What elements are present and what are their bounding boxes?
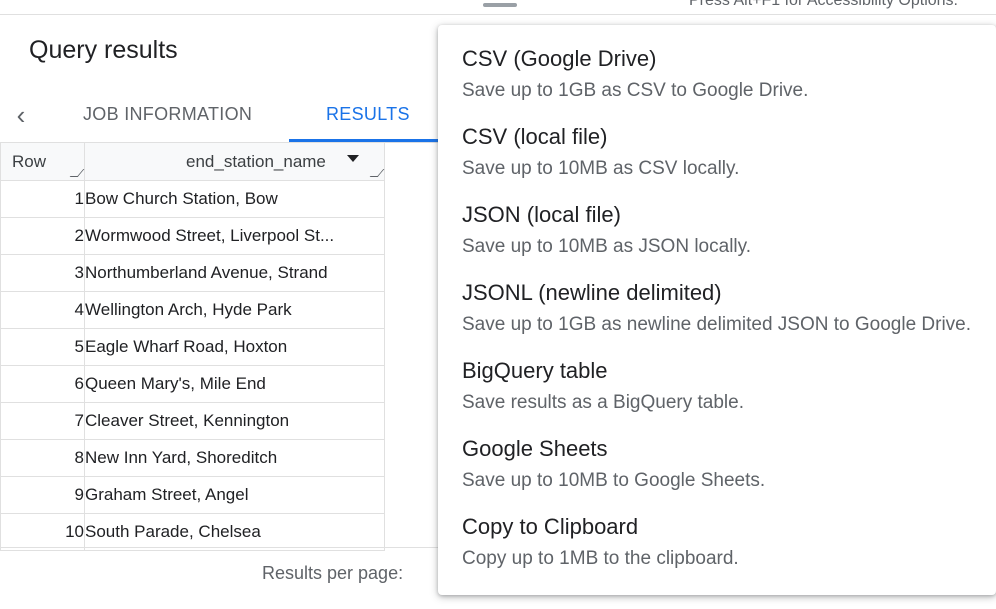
tab-job-information[interactable]: JOB INFORMATION (83, 104, 252, 125)
menu-item-json-local-file[interactable]: JSON (local file) Save up to 10MB as JSO… (438, 181, 996, 259)
menu-item-csv-local-file[interactable]: CSV (local file) Save up to 10MB as CSV … (438, 103, 996, 181)
tab-results[interactable]: RESULTS (326, 104, 410, 125)
menu-item-description: Save up to 1GB as newline delimited JSON… (462, 314, 972, 335)
row-number: 3 (0, 254, 85, 292)
menu-item-label: JSONL (newline delimited) (462, 280, 722, 305)
station-name-cell: New Inn Yard, Shoreditch (84, 439, 385, 477)
station-name-cell: Graham Street, Angel (84, 476, 385, 514)
menu-item-description: Save up to 10MB to Google Sheets. (462, 470, 766, 491)
row-number: 2 (0, 217, 85, 255)
station-name-cell: Eagle Wharf Road, Hoxton (84, 328, 385, 366)
table-header-row: Row end_station_name (0, 142, 385, 181)
station-name-cell: Cleaver Street, Kennington (84, 402, 385, 440)
table-row: 6 Queen Mary's, Mile End (0, 365, 385, 403)
save-results-menu: CSV (Google Drive) Save up to 1GB as CSV… (438, 25, 996, 595)
table-row: 10 South Parade, Chelsea (0, 513, 385, 551)
menu-item-description: Copy up to 1MB to the clipboard. (462, 548, 739, 569)
table-row: 8 New Inn Yard, Shoreditch (0, 439, 385, 477)
row-number: 5 (0, 328, 85, 366)
menu-item-description: Save up to 1GB as CSV to Google Drive. (462, 80, 809, 101)
column-header-end-station-name[interactable]: end_station_name (84, 142, 385, 181)
row-number: 10 (0, 513, 85, 551)
station-name-cell: Wormwood Street, Liverpool St... (84, 217, 385, 255)
row-number: 4 (0, 291, 85, 329)
menu-item-bigquery-table[interactable]: BigQuery table Save results as a BigQuer… (438, 337, 996, 415)
menu-item-label: BigQuery table (462, 358, 608, 383)
footer-divider (0, 547, 440, 548)
table-row: 2 Wormwood Street, Liverpool St... (0, 217, 385, 255)
menu-item-label: JSON (local file) (462, 202, 621, 227)
row-number: 1 (0, 180, 85, 218)
menu-item-description: Save up to 10MB as CSV locally. (462, 158, 740, 179)
row-number: 6 (0, 365, 85, 403)
results-per-page-label: Results per page: (262, 563, 404, 583)
table-row: 3 Northumberland Avenue, Strand (0, 254, 385, 292)
menu-item-google-sheets[interactable]: Google Sheets Save up to 10MB to Google … (438, 415, 996, 493)
row-number: 8 (0, 439, 85, 477)
row-number: 7 (0, 402, 85, 440)
menu-item-label: CSV (local file) (462, 124, 608, 149)
top-bar: Press Alt+F1 for Accessibility Options. (0, 0, 996, 15)
station-name-cell: Northumberland Avenue, Strand (84, 254, 385, 292)
chevron-left-icon[interactable]: ‹ (8, 102, 34, 128)
menu-item-description: Save results as a BigQuery table. (462, 392, 744, 413)
station-name-cell: Queen Mary's, Mile End (84, 365, 385, 403)
station-name-cell: Wellington Arch, Hyde Park (84, 291, 385, 329)
drag-handle-icon[interactable] (483, 3, 517, 7)
table-row: 5 Eagle Wharf Road, Hoxton (0, 328, 385, 366)
menu-item-label: CSV (Google Drive) (462, 46, 657, 71)
menu-item-jsonl[interactable]: JSONL (newline delimited) Save up to 1GB… (438, 259, 996, 337)
menu-item-csv-google-drive[interactable]: CSV (Google Drive) Save up to 1GB as CSV… (438, 25, 996, 103)
table-row: 7 Cleaver Street, Kennington (0, 402, 385, 440)
column-header-label: Row (12, 152, 47, 171)
station-name-cell: Bow Church Station, Bow (84, 180, 385, 218)
column-resize-icon[interactable] (69, 169, 85, 177)
station-name-cell: South Parade, Chelsea (84, 513, 385, 551)
table-row: 9 Graham Street, Angel (0, 476, 385, 514)
menu-item-label: Copy to Clipboard (462, 514, 639, 539)
column-resize-icon[interactable] (369, 169, 385, 177)
accessibility-hint: Press Alt+F1 for Accessibility Options. (689, 0, 958, 9)
row-number: 9 (0, 476, 85, 514)
menu-item-description: Save up to 10MB as JSON locally. (462, 236, 751, 257)
column-header-label: end_station_name (186, 152, 326, 171)
results-tabs: ‹ JOB INFORMATION RESULTS (0, 90, 440, 143)
menu-item-copy-to-clipboard[interactable]: Copy to Clipboard Copy up to 1MB to the … (438, 493, 996, 571)
column-header-row: Row (0, 142, 85, 181)
table-row: 1 Bow Church Station, Bow (0, 180, 385, 218)
results-table: Row end_station_name 1 Bow Church Station… (0, 142, 385, 551)
menu-item-label: Google Sheets (462, 436, 608, 461)
page-title: Query results (29, 36, 178, 64)
sort-down-icon[interactable] (347, 155, 359, 162)
table-row: 4 Wellington Arch, Hyde Park (0, 291, 385, 329)
